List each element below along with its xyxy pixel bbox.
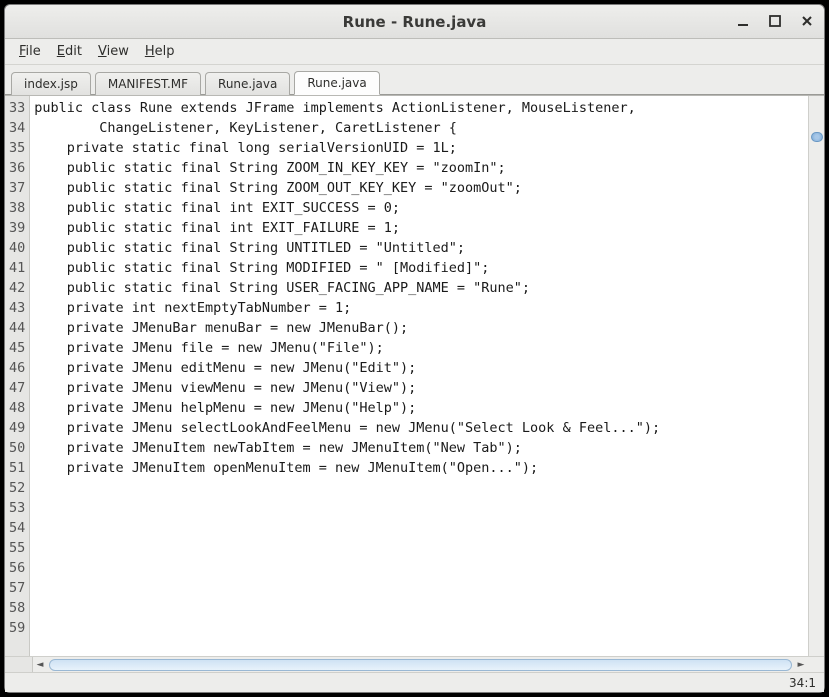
code-line[interactable]: private JMenu editMenu = new JMenu("Edit…	[34, 358, 808, 378]
minimize-button[interactable]	[732, 10, 754, 32]
line-number: 52	[9, 478, 25, 498]
code-line[interactable]: private JMenuItem openMenuItem = new JMe…	[34, 458, 808, 478]
line-number: 54	[9, 518, 25, 538]
code-line[interactable]: public static final int EXIT_SUCCESS = 0…	[34, 198, 808, 218]
code-line[interactable]: public static final String MODIFIED = " …	[34, 258, 808, 278]
line-number: 40	[9, 238, 25, 258]
code-line[interactable]: private JMenu helpMenu = new JMenu("Help…	[34, 398, 808, 418]
line-number: 36	[9, 158, 25, 178]
tab-manifest-mf[interactable]: MANIFEST.MF	[95, 72, 201, 95]
menu-help-rest: elp	[155, 44, 175, 59]
line-number: 55	[9, 538, 25, 558]
line-number: 35	[9, 138, 25, 158]
tab-rune-java-1[interactable]: Rune.java	[205, 72, 290, 95]
editor-area: 3334353637383940414243444546474849505152…	[5, 95, 824, 656]
line-number: 46	[9, 358, 25, 378]
code-line[interactable]: private JMenuBar menuBar = new JMenuBar(…	[34, 318, 808, 338]
tabbar: index.jsp MANIFEST.MF Rune.java Rune.jav…	[5, 65, 824, 95]
window-title: Rune - Rune.java	[5, 13, 824, 31]
line-number: 47	[9, 378, 25, 398]
code-line[interactable]: private JMenu selectLookAndFeelMenu = ne…	[34, 418, 808, 438]
cursor-position: 34:1	[789, 676, 816, 690]
line-number: 50	[9, 438, 25, 458]
line-number: 43	[9, 298, 25, 318]
code-editor[interactable]: public class Rune extends JFrame impleme…	[30, 96, 808, 656]
app-window: Rune - Rune.java File Edit View Help ind…	[4, 4, 825, 693]
horizontal-scrollbar-row: ◄ ►	[5, 656, 824, 672]
line-number: 53	[9, 498, 25, 518]
maximize-button[interactable]	[764, 10, 786, 32]
menu-view[interactable]: View	[90, 41, 137, 62]
menu-edit-rest: dit	[65, 44, 82, 59]
code-line[interactable]: ChangeListener, KeyListener, CaretListen…	[34, 118, 808, 138]
horizontal-scrollbar-track[interactable]	[49, 659, 792, 671]
line-number: 48	[9, 398, 25, 418]
scroll-left-arrow-icon[interactable]: ◄	[33, 660, 47, 670]
horizontal-scrollbar[interactable]: ◄ ►	[33, 657, 808, 672]
scrollbar-corner	[808, 657, 824, 672]
code-line[interactable]: private JMenuItem newTabItem = new JMenu…	[34, 438, 808, 458]
tab-index-jsp[interactable]: index.jsp	[11, 72, 91, 95]
line-number: 59	[9, 618, 25, 638]
menu-file-rest: ile	[26, 44, 41, 59]
line-number: 37	[9, 178, 25, 198]
scroll-right-arrow-icon[interactable]: ►	[794, 660, 808, 670]
menu-file[interactable]: File	[11, 41, 49, 62]
line-number-gutter: 3334353637383940414243444546474849505152…	[5, 96, 30, 656]
code-line[interactable]: public static final String ZOOM_IN_KEY_K…	[34, 158, 808, 178]
line-number: 42	[9, 278, 25, 298]
statusbar: 34:1	[5, 672, 824, 692]
code-line[interactable]: public static final String UNTITLED = "U…	[34, 238, 808, 258]
line-number: 45	[9, 338, 25, 358]
code-line[interactable]: private static final long serialVersionU…	[34, 138, 808, 158]
line-number: 58	[9, 598, 25, 618]
line-number: 57	[9, 578, 25, 598]
close-button[interactable]	[796, 10, 818, 32]
code-line[interactable]: public static final String ZOOM_OUT_KEY_…	[34, 178, 808, 198]
titlebar[interactable]: Rune - Rune.java	[5, 5, 824, 39]
line-number: 33	[9, 98, 25, 118]
line-number: 44	[9, 318, 25, 338]
menu-help[interactable]: Help	[137, 41, 183, 62]
vertical-scrollbar[interactable]	[808, 96, 824, 656]
line-number: 41	[9, 258, 25, 278]
line-number: 56	[9, 558, 25, 578]
line-number: 51	[9, 458, 25, 478]
line-number: 34	[9, 118, 25, 138]
vertical-scrollbar-thumb[interactable]	[811, 132, 823, 142]
menu-edit[interactable]: Edit	[49, 41, 90, 62]
gutter-spacer	[5, 657, 33, 672]
line-number: 38	[9, 198, 25, 218]
code-line[interactable]: public static final String USER_FACING_A…	[34, 278, 808, 298]
window-controls	[732, 10, 818, 32]
menu-view-rest: iew	[107, 44, 129, 59]
code-line[interactable]: public static final int EXIT_FAILURE = 1…	[34, 218, 808, 238]
menubar: File Edit View Help	[5, 39, 824, 65]
code-line[interactable]: private JMenu file = new JMenu("File");	[34, 338, 808, 358]
line-number: 49	[9, 418, 25, 438]
tab-rune-java-2[interactable]: Rune.java	[294, 71, 379, 95]
code-line[interactable]: private int nextEmptyTabNumber = 1;	[34, 298, 808, 318]
code-line[interactable]: private JMenu viewMenu = new JMenu("View…	[34, 378, 808, 398]
line-number: 39	[9, 218, 25, 238]
code-line[interactable]: public class Rune extends JFrame impleme…	[34, 98, 808, 118]
